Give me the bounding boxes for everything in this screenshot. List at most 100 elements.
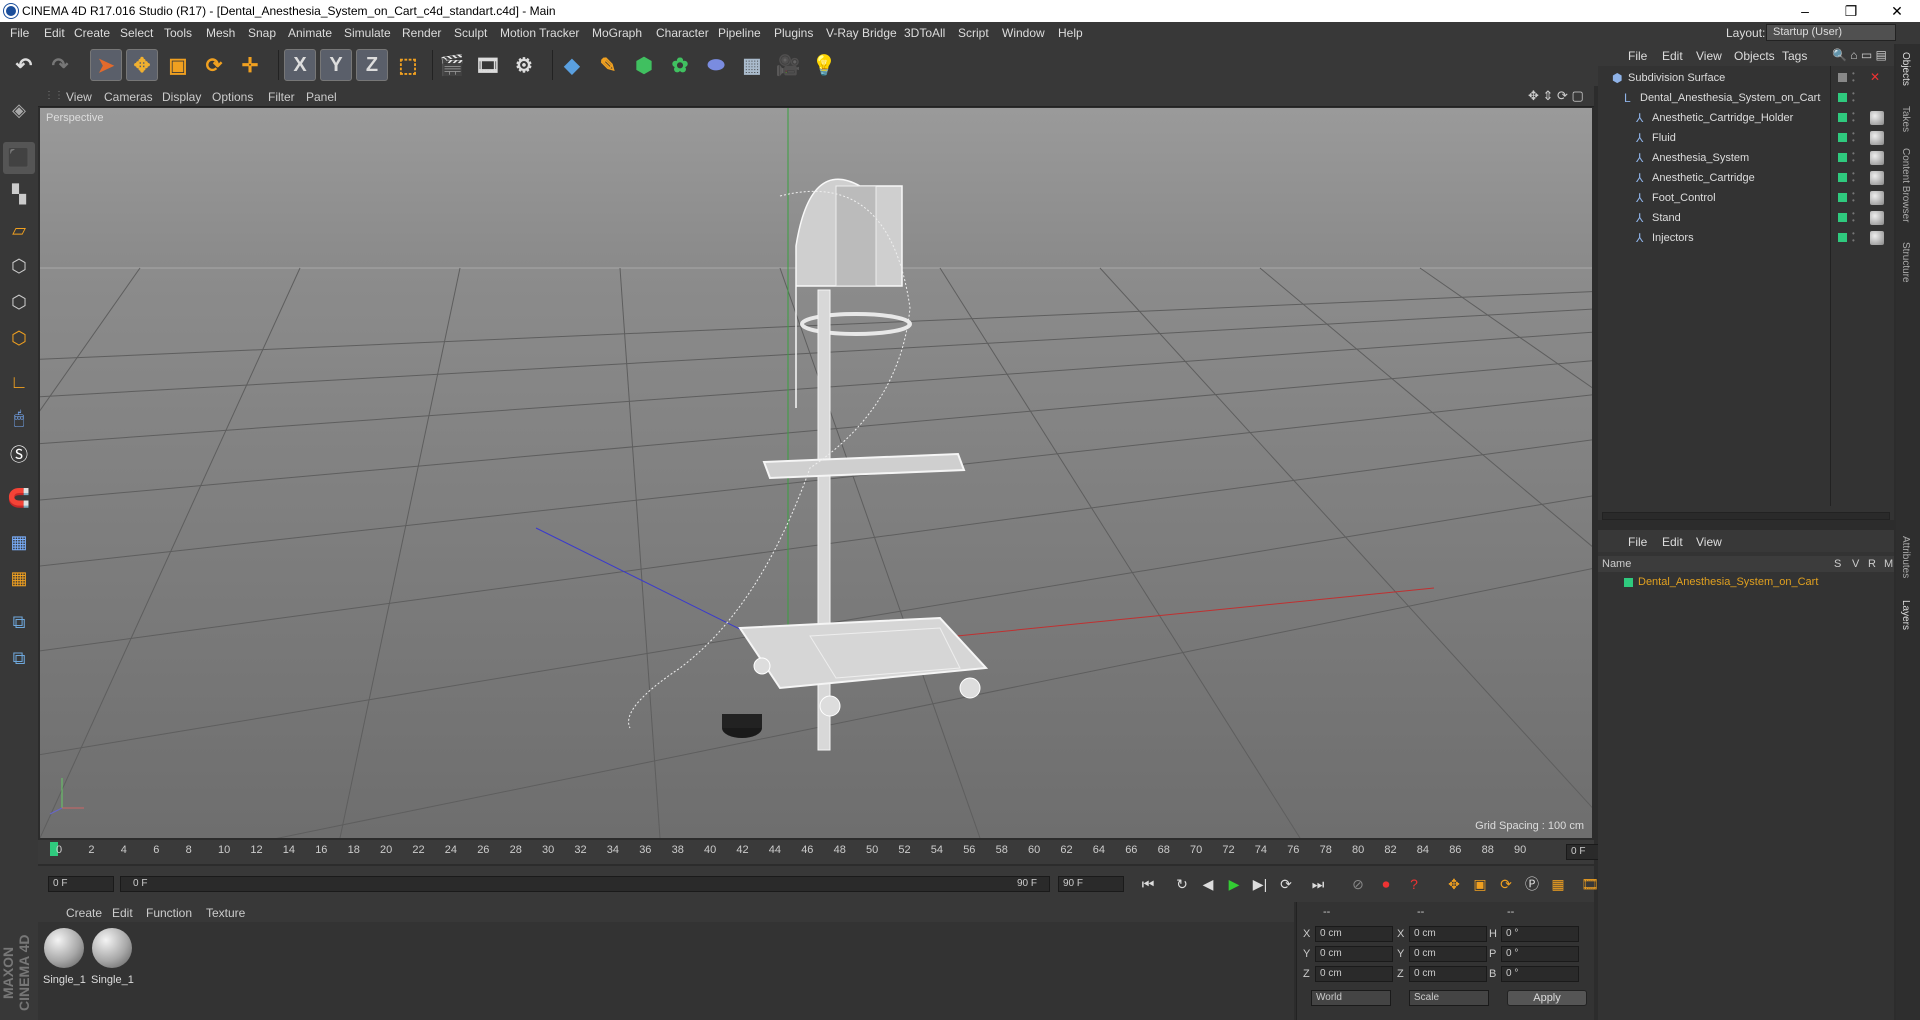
- layer-menu-file[interactable]: File: [1628, 535, 1647, 549]
- coord-value-field[interactable]: 0 cm: [1315, 946, 1393, 962]
- python-console-icon[interactable]: ⧉: [3, 642, 35, 674]
- visibility-dots[interactable]: • •: [1852, 110, 1858, 125]
- menu-create[interactable]: Create: [74, 26, 110, 40]
- object-row[interactable]: ⅄ Injectors • •: [1598, 228, 1894, 248]
- viewport-menu-view[interactable]: View: [66, 90, 92, 104]
- workplane-icon[interactable]: ▱: [3, 214, 35, 246]
- viewport-menu-options[interactable]: Options: [212, 90, 253, 104]
- layer-color-swatch[interactable]: [1838, 153, 1847, 162]
- deformer-icon[interactable]: ⬬: [700, 49, 732, 81]
- rotate-icon[interactable]: ⟳: [198, 49, 230, 81]
- apply-button[interactable]: Apply: [1507, 990, 1587, 1006]
- render-settings-icon[interactable]: ⚙: [508, 49, 540, 81]
- frame-range-slider[interactable]: 0 F 90 F: [120, 876, 1050, 892]
- menu-render[interactable]: Render: [402, 26, 441, 40]
- edges-mode-icon[interactable]: ⬡: [3, 286, 35, 318]
- menu-character[interactable]: Character: [656, 26, 709, 40]
- object-menu-objects[interactable]: Objects: [1734, 49, 1775, 63]
- tab-objects[interactable]: Objects: [1900, 52, 1911, 86]
- visibility-dots[interactable]: • •: [1852, 190, 1858, 205]
- object-manager-tool-icons[interactable]: 🔍 ⌂ ▭ ▤: [1832, 48, 1887, 62]
- world-coordinate-icon[interactable]: ⬚: [392, 49, 424, 81]
- material-ball[interactable]: [92, 928, 132, 968]
- object-row[interactable]: ⬢ Subdivision Surface • • ✕: [1598, 68, 1894, 88]
- tweak-mode-icon[interactable]: 🖱: [3, 402, 35, 434]
- tab-structure[interactable]: Structure: [1900, 242, 1911, 283]
- axis-y-icon[interactable]: Y: [320, 49, 352, 81]
- object-row[interactable]: ⅄ Foot_Control • •: [1598, 188, 1894, 208]
- tab-layers[interactable]: Layers: [1900, 600, 1911, 630]
- viewport-menu-cameras[interactable]: Cameras: [104, 90, 153, 104]
- coord-value-field[interactable]: 0 °: [1501, 926, 1579, 942]
- spline-pen-icon[interactable]: ✎: [592, 49, 624, 81]
- axis-mode-icon[interactable]: ∟: [3, 366, 35, 398]
- redo-icon[interactable]: ↷: [44, 49, 76, 81]
- lock-workplane-icon[interactable]: ▦: [3, 526, 35, 558]
- autokey-icon[interactable]: ⊘: [1346, 872, 1370, 896]
- loop-icon[interactable]: ⟳: [1274, 872, 1298, 896]
- undo-icon[interactable]: ↶: [8, 49, 40, 81]
- coord-value-field[interactable]: 0 cm: [1315, 966, 1393, 982]
- restore-button[interactable]: ❐: [1828, 0, 1874, 22]
- menu-pipeline[interactable]: Pipeline: [718, 26, 761, 40]
- viewport-menu-display[interactable]: Display: [162, 90, 201, 104]
- material-tag-icon[interactable]: [1870, 231, 1884, 245]
- visibility-dots[interactable]: • •: [1852, 70, 1858, 85]
- visibility-dots[interactable]: • •: [1852, 130, 1858, 145]
- material-tag-icon[interactable]: [1870, 211, 1884, 225]
- goto-start-icon[interactable]: ⏮: [1136, 872, 1160, 896]
- polygons-mode-icon[interactable]: ⬡: [3, 322, 35, 354]
- visibility-dots[interactable]: • •: [1852, 170, 1858, 185]
- layer-color-swatch[interactable]: [1838, 173, 1847, 182]
- floor-icon[interactable]: ▦: [736, 49, 768, 81]
- viewport-nav-icons[interactable]: ✥ ⇕ ⟳ ▢: [1528, 88, 1584, 104]
- menu-select[interactable]: Select: [120, 26, 153, 40]
- object-row[interactable]: ⅄ Anesthetic_Cartridge_Holder • •: [1598, 108, 1894, 128]
- python-script-icon[interactable]: ⧉: [3, 606, 35, 638]
- model-mode-icon[interactable]: ⬛: [3, 142, 35, 174]
- render-view-icon[interactable]: 🎬: [436, 49, 468, 81]
- menu-vray-bridge[interactable]: V-Ray Bridge: [826, 26, 897, 40]
- layer-color-swatch[interactable]: [1838, 233, 1847, 242]
- tab-takes[interactable]: Takes: [1900, 106, 1911, 132]
- camera-icon[interactable]: 🎥: [772, 49, 804, 81]
- layer-color-swatch[interactable]: [1838, 133, 1847, 142]
- menu-snap[interactable]: Snap: [248, 26, 276, 40]
- step-forward-icon[interactable]: ▶|: [1248, 872, 1272, 896]
- cube-primitive-icon[interactable]: ◆: [556, 49, 588, 81]
- coord-value-field[interactable]: 0 cm: [1315, 926, 1393, 942]
- light-icon[interactable]: 💡: [808, 49, 840, 81]
- object-row[interactable]: ⅄ Stand • •: [1598, 208, 1894, 228]
- live-selection-icon[interactable]: ➤: [90, 49, 122, 81]
- coord-value-field[interactable]: 0 cm: [1409, 926, 1487, 942]
- key-param-icon[interactable]: Ⓟ: [1520, 872, 1544, 896]
- coord-mode-select[interactable]: Scale: [1409, 990, 1489, 1006]
- goto-end-icon[interactable]: ⏭: [1306, 872, 1330, 896]
- key-position-icon[interactable]: ✥: [1442, 872, 1466, 896]
- record-keyframe-icon[interactable]: ↻: [1170, 872, 1194, 896]
- coord-space-select[interactable]: World: [1311, 990, 1391, 1006]
- tab-content-browser[interactable]: Content Browser: [1900, 148, 1911, 222]
- menu-3dtoall[interactable]: 3DToAll: [904, 26, 945, 40]
- material-tag-icon[interactable]: [1870, 151, 1884, 165]
- close-button[interactable]: ✕: [1874, 0, 1920, 22]
- tab-attributes[interactable]: Attributes: [1900, 536, 1911, 578]
- make-editable-icon[interactable]: ◈: [3, 94, 35, 126]
- layer-color-swatch[interactable]: [1838, 193, 1847, 202]
- menu-tools[interactable]: Tools: [164, 26, 192, 40]
- snap-icon[interactable]: Ⓢ: [3, 438, 35, 470]
- object-menu-view[interactable]: View: [1696, 49, 1722, 63]
- layer-row[interactable]: Dental_Anesthesia_System_on_Cart: [1598, 574, 1894, 592]
- render-picture-viewer-icon[interactable]: 🎞: [472, 49, 504, 81]
- help-record-icon[interactable]: ?: [1402, 872, 1426, 896]
- menu-window[interactable]: Window: [1002, 26, 1045, 40]
- material-tag-icon[interactable]: [1870, 111, 1884, 125]
- layer-color-swatch[interactable]: [1838, 73, 1847, 82]
- workplane-axis-icon[interactable]: ▦: [3, 562, 35, 594]
- axis-z-icon[interactable]: Z: [356, 49, 388, 81]
- material-tag-icon[interactable]: [1870, 191, 1884, 205]
- menu-sculpt[interactable]: Sculpt: [454, 26, 487, 40]
- visibility-dots[interactable]: • •: [1852, 90, 1858, 105]
- menu-help[interactable]: Help: [1058, 26, 1083, 40]
- viewport-menu-filter[interactable]: Filter: [268, 90, 295, 104]
